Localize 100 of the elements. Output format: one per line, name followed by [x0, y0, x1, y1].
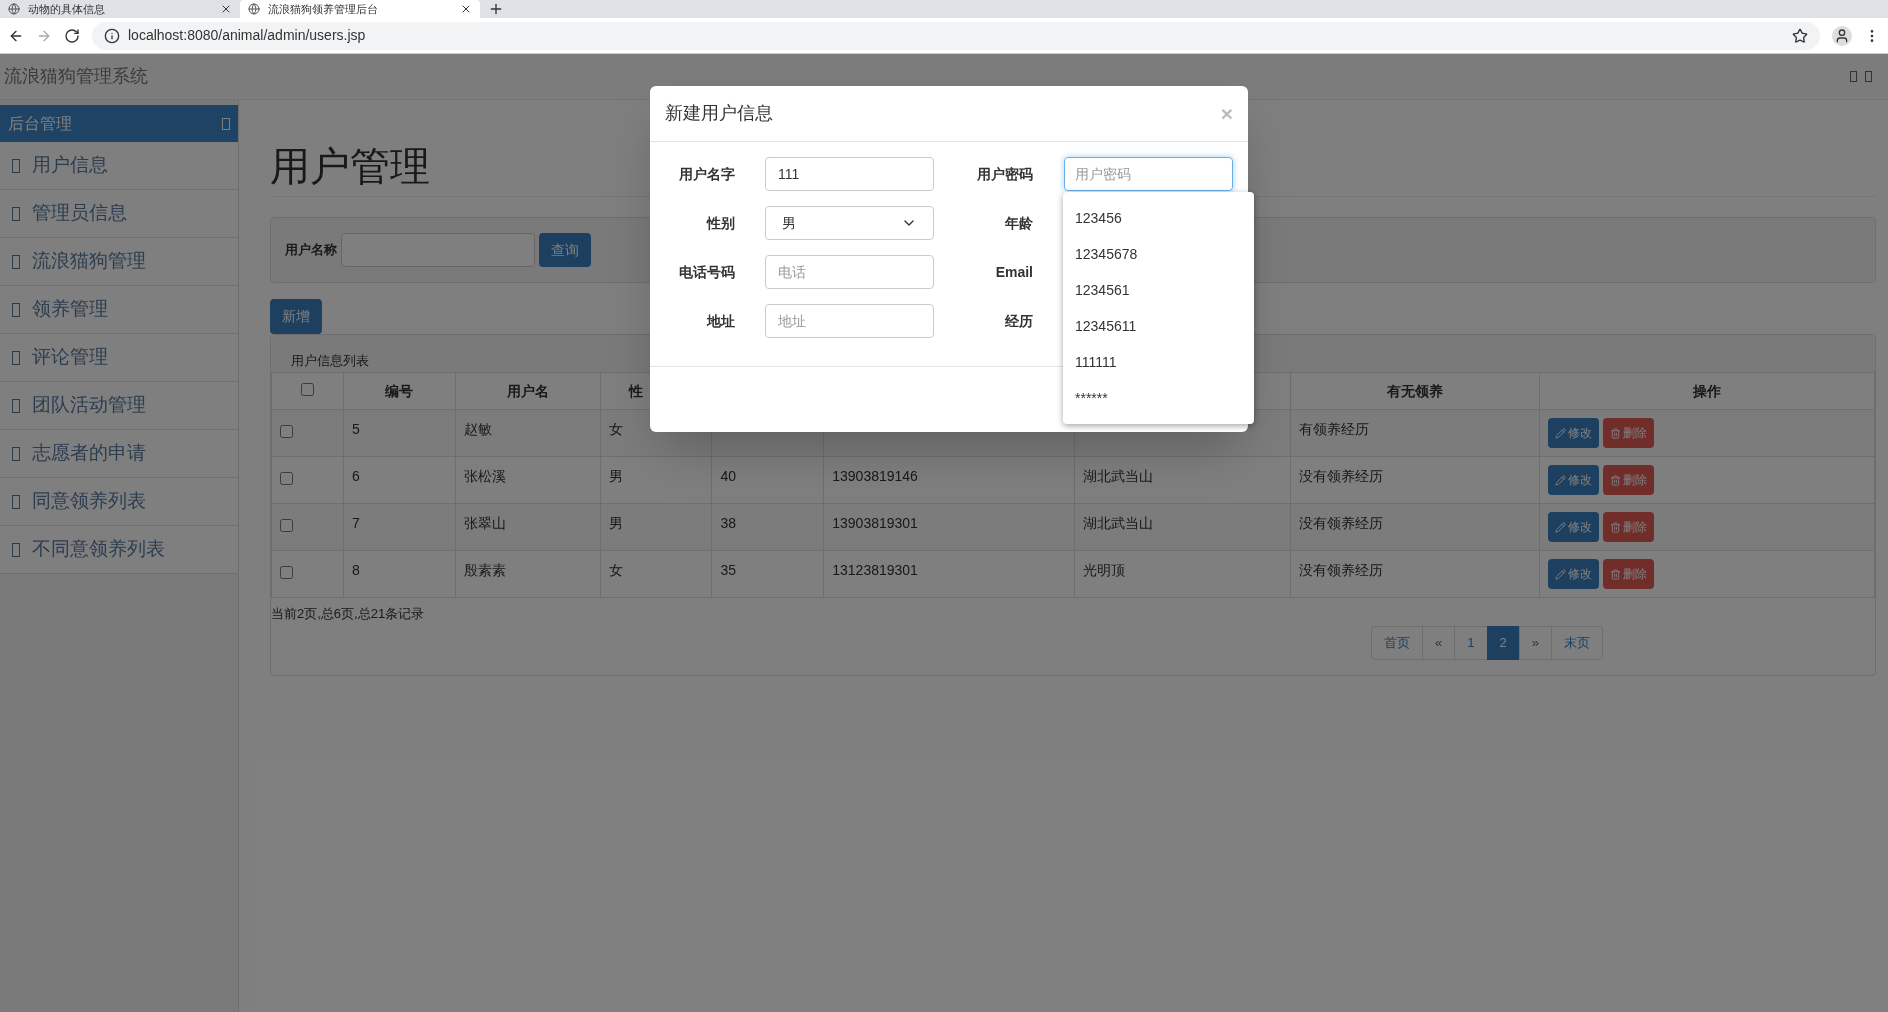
- suggestion-item[interactable]: 12345611: [1063, 308, 1254, 344]
- text-field[interactable]: 电话: [765, 255, 934, 289]
- item-icon: [12, 398, 20, 413]
- info-icon: [104, 27, 120, 44]
- item-icon: [12, 446, 20, 461]
- sidebar-item[interactable]: 流浪猫狗管理: [0, 238, 238, 286]
- url-field[interactable]: localhost:8080/animal/admin/users.jsp: [92, 21, 1820, 50]
- search-button[interactable]: 查询: [539, 233, 591, 267]
- sidebar-header[interactable]: 后台管理: [0, 105, 238, 142]
- profile-icon[interactable]: [1832, 25, 1852, 46]
- suggestion-item[interactable]: 123456: [1063, 200, 1254, 236]
- sidebar-item[interactable]: 评论管理: [0, 334, 238, 382]
- field-label: 性别: [705, 213, 735, 233]
- suggestion-item[interactable]: 1234561: [1063, 272, 1254, 308]
- column-header: 性: [629, 382, 643, 399]
- table-cell: 6: [351, 467, 360, 484]
- item-icon: [12, 158, 20, 173]
- page-button[interactable]: «: [1422, 625, 1456, 660]
- sidebar-item[interactable]: 用户信息: [0, 142, 238, 190]
- page-button[interactable]: »: [1518, 625, 1552, 660]
- brand-title: 流浪猫狗管理系统: [4, 65, 148, 88]
- item-icon: [12, 542, 20, 557]
- sidebar-item[interactable]: 志愿者的申请: [0, 430, 238, 478]
- table-cell: 有领养经历: [1298, 420, 1369, 437]
- row-checkbox[interactable]: [280, 471, 293, 485]
- table-cell: 5: [351, 420, 360, 437]
- table-cell: 没有领养经历: [1298, 467, 1383, 484]
- new-tab-icon[interactable]: [488, 1, 504, 17]
- table-cell: 男: [608, 514, 623, 531]
- table-cell: 7: [351, 514, 360, 531]
- field-label: 电话号码: [678, 262, 735, 282]
- table-cell: 38: [720, 514, 736, 531]
- edit-button[interactable]: 修改: [1548, 512, 1600, 542]
- table-cell: 光明顶: [1082, 561, 1125, 578]
- sidebar-item[interactable]: 同意领养列表: [0, 478, 238, 526]
- page-button[interactable]: 末页: [1551, 625, 1603, 660]
- suggestion-item[interactable]: ******: [1063, 380, 1254, 416]
- table-cell: 13123819301: [832, 561, 918, 578]
- page-button[interactable]: 1: [1454, 625, 1488, 660]
- table-cell: 男: [608, 467, 623, 484]
- delete-button[interactable]: 删除: [1603, 418, 1655, 448]
- table-cell: 35: [720, 561, 736, 578]
- navbar-icon: [1850, 71, 1857, 82]
- pencil-icon: [1555, 521, 1567, 533]
- pencil-icon: [1555, 427, 1567, 439]
- sidebar-item[interactable]: 领养管理: [0, 286, 238, 334]
- row-checkbox[interactable]: [280, 518, 293, 532]
- suggestion-item[interactable]: 111111: [1063, 344, 1254, 380]
- table-cell: 8: [351, 561, 360, 578]
- pencil-icon: [1555, 568, 1567, 580]
- field-label: Email: [994, 262, 1033, 282]
- browser-tab[interactable]: 动物的具体信息: [0, 0, 240, 18]
- close-icon[interactable]: [220, 3, 232, 15]
- add-button[interactable]: 新增: [270, 299, 322, 334]
- navbar-icon: [1865, 71, 1872, 82]
- table-cell: 张松溪: [463, 467, 506, 484]
- page-button[interactable]: 2: [1486, 625, 1520, 660]
- browser-tab[interactable]: 流浪猫狗领养管理后台: [240, 0, 480, 18]
- sidebar-item[interactable]: 不同意领养列表: [0, 526, 238, 574]
- edit-button[interactable]: 修改: [1548, 559, 1600, 589]
- table-cell: 张翠山: [463, 514, 506, 531]
- column-header: 编号: [385, 382, 414, 399]
- search-field[interactable]: [341, 233, 535, 267]
- sidebar-item[interactable]: 团队活动管理: [0, 382, 238, 430]
- item-icon: [12, 254, 20, 269]
- record-summary: 当前2页,总6页,总21条记录: [271, 605, 425, 623]
- item-icon: [12, 494, 20, 509]
- sidebar-item[interactable]: 管理员信息: [0, 190, 238, 238]
- field-label: 地址: [705, 311, 735, 331]
- field-label: 经历: [1004, 311, 1033, 331]
- panel-title: 用户信息列表: [291, 351, 369, 370]
- table-cell: 殷素素: [463, 561, 506, 578]
- close-icon[interactable]: [460, 3, 472, 15]
- edit-button[interactable]: 修改: [1548, 418, 1600, 448]
- close-button[interactable]: ×: [1220, 103, 1233, 124]
- field-label: 用户名字: [678, 164, 735, 184]
- delete-button[interactable]: 删除: [1603, 465, 1655, 495]
- table-cell: 赵敏: [463, 420, 492, 437]
- edit-button[interactable]: 修改: [1548, 465, 1600, 495]
- row-checkbox[interactable]: [280, 565, 293, 579]
- delete-button[interactable]: 删除: [1603, 559, 1655, 589]
- trash-icon: [1610, 568, 1622, 580]
- suggestion-item[interactable]: 12345678: [1063, 236, 1254, 272]
- text-field[interactable]: 111: [765, 157, 934, 191]
- toggle-icon: [222, 117, 230, 130]
- text-field[interactable]: 地址: [765, 304, 934, 338]
- item-icon: [12, 206, 20, 221]
- table-cell: 没有领养经历: [1298, 561, 1383, 578]
- table-cell: 13903819301: [832, 514, 918, 531]
- star-icon[interactable]: [1792, 27, 1808, 44]
- gender-select[interactable]: 男: [765, 206, 934, 240]
- password-field[interactable]: 用户密码: [1064, 157, 1233, 191]
- delete-button[interactable]: 删除: [1603, 512, 1655, 542]
- table-cell: 女: [608, 420, 623, 437]
- page-button[interactable]: 首页: [1371, 625, 1424, 660]
- row-checkbox[interactable]: [280, 424, 293, 438]
- column-header: 操作: [1693, 382, 1722, 399]
- select-all-checkbox[interactable]: [300, 382, 314, 396]
- reload-icon[interactable]: [64, 27, 80, 44]
- column-header: 用户名: [506, 382, 549, 399]
